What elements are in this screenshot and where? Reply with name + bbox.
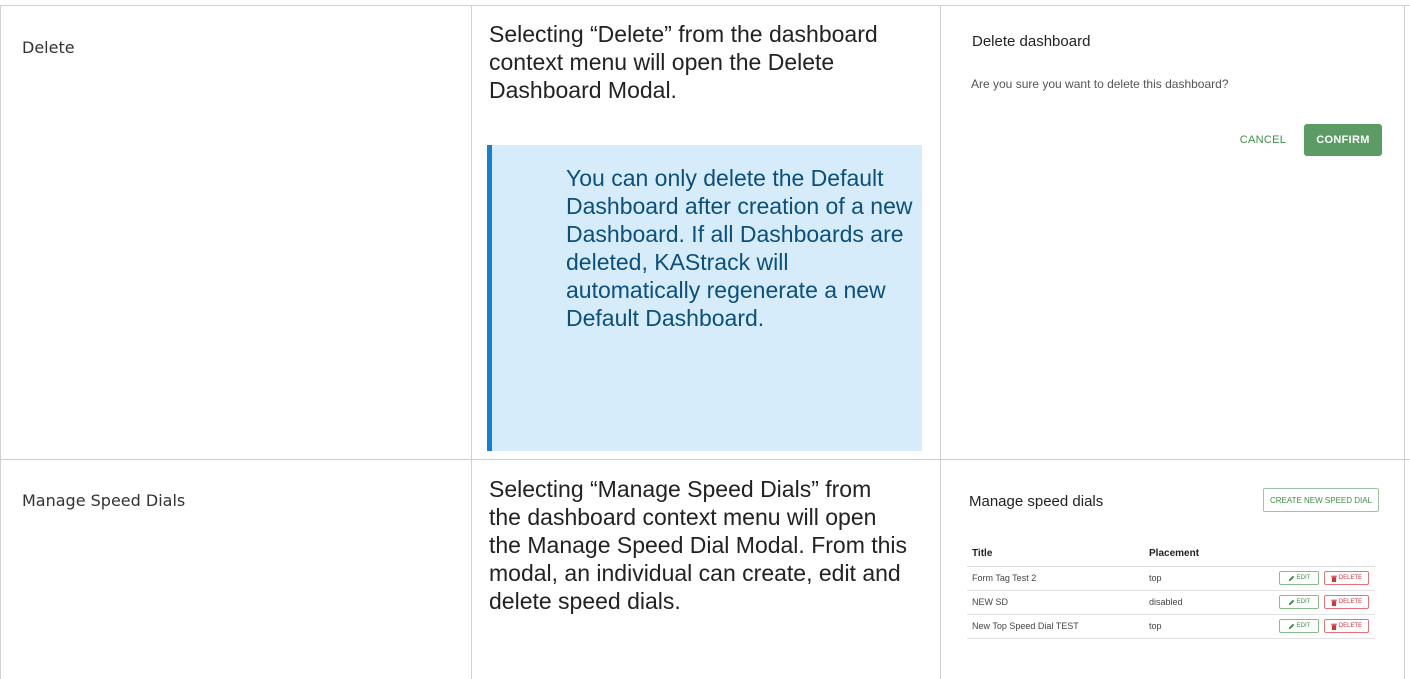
delete-label: DELETE	[1338, 623, 1363, 629]
speed-dial-modal-title: Manage speed dials	[969, 493, 1104, 510]
table-header: Title Placement	[967, 542, 1375, 567]
column-divider-2	[940, 5, 941, 679]
speed-dial-table: Title Placement Form Tag Test 2 top EDIT…	[967, 542, 1375, 639]
row-description-manage-speed-dials: Selecting “Manage Speed Dials” from the …	[489, 476, 908, 614]
trash-icon	[1331, 623, 1337, 630]
column-header-placement: Placement	[1149, 548, 1200, 559]
cancel-button[interactable]: CANCEL	[1228, 124, 1298, 156]
speed-dial-placement: top	[1149, 621, 1162, 631]
delete-button[interactable]: DELETE	[1324, 619, 1369, 633]
table-border-left	[0, 5, 1, 679]
column-divider-1	[471, 5, 472, 679]
table-border-top	[0, 5, 1410, 6]
speed-dial-placement: disabled	[1149, 597, 1183, 607]
table-row: NEW SD disabled EDIT DELETE	[967, 591, 1375, 615]
edit-label: EDIT	[1296, 599, 1311, 605]
delete-label: DELETE	[1338, 599, 1363, 605]
delete-label: DELETE	[1338, 575, 1363, 581]
speed-dial-title: Form Tag Test 2	[972, 573, 1037, 583]
pencil-icon	[1288, 575, 1294, 581]
column-header-title: Title	[972, 548, 993, 559]
row-label-delete: Delete	[22, 38, 75, 57]
delete-button[interactable]: DELETE	[1324, 595, 1369, 609]
trash-icon	[1331, 575, 1337, 582]
edit-button[interactable]: EDIT	[1279, 595, 1319, 609]
edit-label: EDIT	[1296, 623, 1311, 629]
speed-dial-title: NEW SD	[972, 597, 1008, 607]
confirm-button[interactable]: CONFIRM	[1304, 124, 1382, 156]
delete-modal-message: Are you sure you want to delete this das…	[971, 77, 1229, 91]
table-row: New Top Speed Dial TEST top EDIT DELETE	[967, 615, 1375, 639]
pencil-icon	[1288, 599, 1294, 605]
pencil-icon	[1288, 623, 1294, 629]
create-speed-dial-button[interactable]: CREATE NEW SPEED DIAL	[1263, 488, 1379, 512]
speed-dial-title: New Top Speed Dial TEST	[972, 621, 1079, 631]
row-description-delete: Selecting “Delete” from the dashboard co…	[489, 21, 878, 103]
info-note: You can only delete the Default Dashboar…	[487, 145, 922, 451]
row-divider	[0, 459, 1410, 460]
trash-icon	[1331, 599, 1337, 606]
edit-button[interactable]: EDIT	[1279, 571, 1319, 585]
edit-button[interactable]: EDIT	[1279, 619, 1319, 633]
row-label-manage-speed-dials: Manage Speed Dials	[22, 491, 186, 510]
table-row: Form Tag Test 2 top EDIT DELETE	[967, 567, 1375, 591]
delete-modal-title: Delete dashboard	[972, 33, 1091, 50]
speed-dial-placement: top	[1149, 573, 1162, 583]
info-note-text: You can only delete the Default Dashboar…	[566, 165, 913, 331]
edit-label: EDIT	[1296, 575, 1311, 581]
table-border-right	[1404, 5, 1405, 679]
delete-button[interactable]: DELETE	[1324, 571, 1369, 585]
